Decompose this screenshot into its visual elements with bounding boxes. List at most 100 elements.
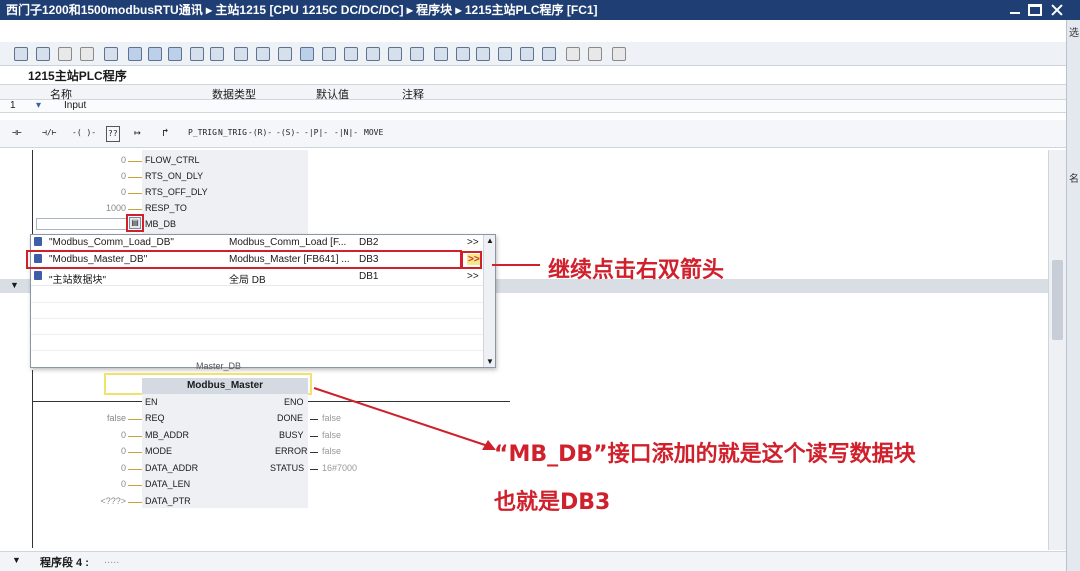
network-4-bar[interactable]: ▼ 程序段 4 : ..... [0,551,1066,571]
pin-value[interactable]: 0 [86,171,126,181]
p-contact-button[interactable]: -|P|- [304,126,328,140]
toolbar-icon[interactable] [190,47,204,61]
highlight-double-arrow [461,251,482,269]
en-wire [32,401,142,402]
callout-text-1: 继续点击右双箭头 [548,258,725,283]
scroll-down-icon[interactable]: ▼ [486,357,494,366]
pin-value[interactable]: 0 [86,479,126,489]
toolbar-icon[interactable] [612,47,626,61]
set-coil-button[interactable]: -(S)- [276,126,300,140]
callout-line [492,264,540,266]
toolbar-icon[interactable] [542,47,556,61]
instance-db-name[interactable]: Master_DB [196,361,241,371]
window-title: 西门子1200和1500modbusRTU通讯 ▸ 主站1215 [CPU 12… [6,3,598,17]
collapse-arrow-icon[interactable]: ▼ [12,555,21,565]
toolbar-icon[interactable] [588,47,602,61]
editor-vertical-scrollbar[interactable] [1048,150,1066,550]
dropdown-scrollbar[interactable]: ▲ ▼ [483,235,495,367]
toolbar-icon[interactable] [410,47,424,61]
db-name: "Modbus_Comm_Load_DB" [49,237,174,248]
toolbar-icon[interactable] [434,47,448,61]
pin-data-ptr: DATA_PTR [145,496,191,506]
scrollbar-thumb[interactable] [1052,260,1063,340]
toolbar-icon[interactable] [520,47,534,61]
pin-value[interactable]: 0 [86,430,126,440]
editor-toolbar [0,42,1066,66]
double-arrow-button[interactable]: >> [467,271,479,282]
power-rail [32,370,33,548]
close-icon[interactable] [1050,4,1064,16]
toolbar-icon[interactable] [80,47,94,61]
db-number: DB1 [359,271,379,282]
toolbar-icon[interactable] [322,47,336,61]
toolbar-icon[interactable] [14,47,28,61]
pin-value[interactable]: 0 [86,187,126,197]
task-panel-strip: 选 名 [1066,20,1080,571]
toolbar-icon[interactable] [210,47,224,61]
toolbar-icon[interactable] [456,47,470,61]
interface-row-input[interactable]: 1 ▾ Input [0,100,1066,113]
double-arrow-button[interactable]: >> [467,237,479,248]
pin-wire [128,161,142,162]
pin-value[interactable]: false [86,413,126,423]
pin-value[interactable]: 0 [86,155,126,165]
pin-value[interactable]: 1000 [86,203,126,213]
pin-value[interactable]: 0 [86,446,126,456]
pin-en: EN [145,397,158,407]
row-number: 1 [10,100,16,111]
toolbar-icon[interactable] [498,47,512,61]
pin-value[interactable]: 0 [86,463,126,473]
db-name: "主站数据块" [49,275,107,286]
toolbar-icon[interactable] [104,47,118,61]
close-branch-button[interactable]: ↱ [162,126,169,140]
db-number: DB2 [359,237,379,248]
pin-wire [128,452,142,453]
pin-rts-off-dly: RTS_OFF_DLY [145,187,208,197]
ladder-instruction-bar: ⊣⊢ ⊣/⊢ -( )- ?? ↦ ↱ P_TRIG N_TRIG -(R)- … [0,120,1066,148]
pin-wire [128,436,142,437]
toolbar-icon[interactable] [234,47,248,61]
dropdown-item[interactable]: "主站数据块" 全局 DB DB1 >> [31,269,483,286]
collapse-arrow-icon[interactable]: ▼ [10,280,19,290]
toolbar-icon[interactable] [58,47,72,61]
toolbar-icon[interactable] [128,47,142,61]
p-trig-button[interactable]: P_TRIG [188,126,217,140]
maximize-icon[interactable] [1028,4,1042,16]
pin-value[interactable]: <???> [86,496,126,506]
pin-wire [128,502,142,503]
toolbar-icon[interactable] [566,47,580,61]
n-contact-button[interactable]: -|N|- [334,126,358,140]
toolbar-icon[interactable] [278,47,292,61]
expand-arrow-icon[interactable]: ▾ [36,100,41,111]
pin-wire [128,209,142,210]
toolbar-icon[interactable] [344,47,358,61]
network-title[interactable]: ..... [104,554,119,566]
toolbar-icon[interactable] [256,47,270,61]
toolbar-icon[interactable] [148,47,162,61]
move-button[interactable]: MOVE [364,126,383,140]
empty-list-row [31,319,483,335]
open-branch-button[interactable]: ↦ [134,126,141,140]
toolbar-icon[interactable] [300,47,314,61]
pin-busy: BUSY [279,430,304,440]
scroll-up-icon[interactable]: ▲ [486,236,494,245]
no-contact-button[interactable]: ⊣⊢ [12,126,22,140]
minimize-icon[interactable] [1008,4,1022,16]
row-name: Input [64,100,87,111]
pin-data-addr: DATA_ADDR [145,463,199,473]
toolbar-icon[interactable] [366,47,380,61]
db-icon [34,237,42,246]
pin-wire [128,485,142,486]
pin-value[interactable]: 16#7000 [322,463,357,473]
toolbar-icon[interactable] [168,47,182,61]
nc-contact-button[interactable]: ⊣/⊢ [42,126,56,140]
coil-button[interactable]: -( )- [72,126,96,140]
pin-data-len: DATA_LEN [145,479,191,489]
reset-coil-button[interactable]: -(R)- [248,126,272,140]
n-trig-button[interactable]: N_TRIG [218,126,247,140]
toolbar-icon[interactable] [36,47,50,61]
empty-box-button[interactable]: ?? [106,126,120,142]
mb-db-input-field[interactable] [36,218,128,230]
toolbar-icon[interactable] [476,47,490,61]
toolbar-icon[interactable] [388,47,402,61]
